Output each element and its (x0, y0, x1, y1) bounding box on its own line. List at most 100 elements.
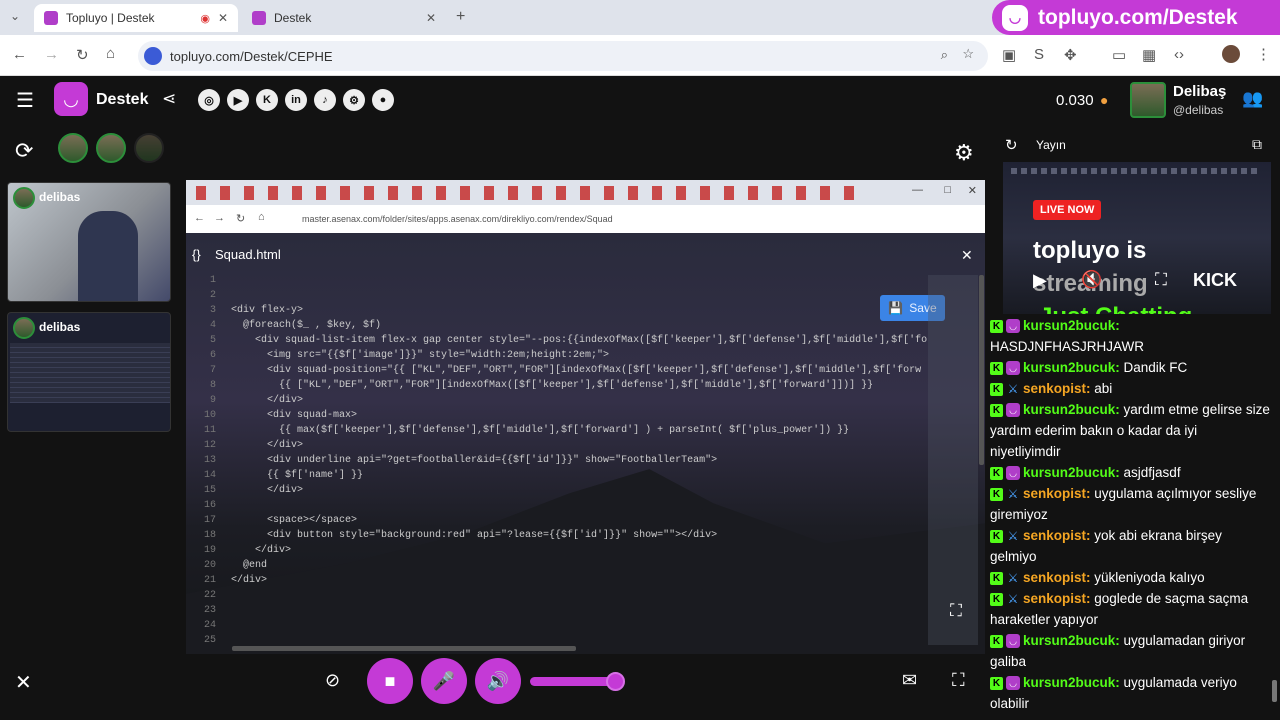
code-line[interactable]: 5 <div squad-list-item flex-x gap center… (186, 335, 927, 350)
kick-icon[interactable]: K (256, 89, 278, 111)
stop-screen-share-icon[interactable]: ⊘ (325, 670, 340, 691)
chat-username[interactable]: kursun2bucuk (1023, 402, 1115, 417)
code-line[interactable]: 17 <space></space> (186, 515, 926, 530)
code-line[interactable]: 2 (186, 290, 926, 305)
apps-grid-icon[interactable]: ▦ (1142, 46, 1156, 64)
code-line[interactable]: 22 (186, 590, 926, 605)
code-line[interactable]: 3 <div flex-y> (186, 305, 926, 320)
participant-video-tile[interactable]: delibas (7, 182, 171, 302)
code-line[interactable]: 13 <div underline api="?get=footballer&i… (186, 455, 926, 470)
cast-icon[interactable]: ▭ (1112, 46, 1126, 64)
leave-call-icon[interactable]: ✕ (15, 670, 32, 695)
volume-slider-handle[interactable] (606, 672, 625, 691)
instagram-icon[interactable]: ◎ (198, 89, 220, 111)
code-line[interactable]: 11 {{ max($f['keeper'],$f['defense'],$f[… (186, 425, 926, 440)
code-line[interactable]: 9 </div> (186, 395, 926, 410)
call-fullscreen-icon[interactable]: ⛶ (952, 670, 965, 691)
tab-search-icon[interactable]: ⌄ (10, 9, 20, 23)
tab-topluyo-destek[interactable]: Topluyo | Destek ◉ ✕ (34, 4, 238, 32)
code-line[interactable]: 21 </div> (186, 575, 926, 590)
settings-gear-icon[interactable]: ⚙ (954, 140, 974, 166)
horizontal-scrollbar[interactable] (232, 646, 576, 651)
site-info-icon[interactable] (144, 47, 162, 65)
code-line[interactable]: 4 @foreach($_ , $key, $f) (186, 320, 926, 335)
code-line[interactable]: 7 <div squad-position="{{ ["KL","DEF","O… (186, 365, 926, 380)
youtube-icon[interactable]: ▶ (227, 89, 249, 111)
hamburger-menu-icon[interactable]: ☰ (16, 88, 34, 113)
microphone-toggle-button[interactable]: 🎤 (421, 658, 467, 704)
code-line[interactable]: 18 <div button style="background:red" ap… (186, 530, 926, 545)
share-icon[interactable]: ⋖ (162, 89, 176, 109)
code-editor[interactable]: {} Squad.html 💾 Save ✕ 1 2 3 <div flex-y> 4 … (186, 233, 985, 654)
back-icon[interactable]: ← (12, 46, 27, 63)
stream-player[interactable]: LIVE NOW topluyo is streaming Just Chatt… (1003, 162, 1271, 314)
code-line[interactable]: 14 {{ $f['name'] }} (186, 470, 926, 485)
play-icon[interactable]: ▶ (1033, 270, 1047, 291)
code-line[interactable]: 1 (186, 275, 926, 290)
bookmark-star-icon[interactable]: ☆ (962, 46, 974, 62)
refresh-icon[interactable]: ⟳ (15, 138, 33, 164)
zoom-icon[interactable]: ⌕ (941, 47, 948, 63)
player-fullscreen-icon[interactable]: ⛶ (1155, 270, 1167, 290)
steam-icon[interactable]: ⚙ (343, 89, 365, 111)
tiktok-icon[interactable]: ♪ (314, 89, 336, 111)
participant-avatar[interactable] (134, 133, 164, 163)
menu-dots-icon[interactable]: ⋮ (1256, 45, 1271, 63)
code-line[interactable]: 19 </div> (186, 545, 926, 560)
editor-close-icon[interactable]: ✕ (961, 247, 973, 264)
extensions-puzzle-icon[interactable]: ✥ (1064, 46, 1077, 64)
participant-avatar[interactable] (58, 133, 88, 163)
code-line[interactable]: 24 (186, 620, 926, 635)
code-line[interactable]: 10 <div squad-max> (186, 410, 926, 425)
members-icon[interactable]: 👥 (1242, 89, 1263, 109)
chat-username[interactable]: kursun2bucuk (1023, 465, 1115, 480)
code-area[interactable]: 1 2 3 <div flex-y> 4 @foreach($_ , $key, $f)… (186, 275, 931, 646)
stream-refresh-icon[interactable]: ↻ (1005, 136, 1018, 154)
extension-s-icon[interactable]: S (1034, 46, 1044, 63)
code-line[interactable]: 15 </div> (186, 485, 926, 500)
camera-toggle-button[interactable]: ■ (367, 658, 413, 704)
new-tab-icon[interactable]: + (456, 8, 465, 26)
message-icon[interactable]: ✉ (902, 670, 917, 691)
chat-username[interactable]: kursun2bucuk (1023, 675, 1115, 690)
mute-icon[interactable]: 🔇 (1081, 270, 1102, 290)
shared-screen[interactable]: — □ ✕ ← → ↻ ⌂ master.asenax.com/folder/s… (186, 180, 985, 654)
minimap[interactable] (928, 275, 978, 645)
chat-username[interactable]: senkopist (1023, 528, 1086, 543)
profile-avatar[interactable] (1222, 45, 1240, 63)
code-line[interactable]: 12 </div> (186, 440, 926, 455)
stream-expand-icon[interactable]: ⧉ (1252, 136, 1262, 153)
chat-username[interactable]: senkopist (1023, 570, 1086, 585)
screen-share-tile[interactable]: delibas (7, 312, 171, 432)
reload-icon[interactable]: ↻ (76, 46, 89, 64)
forward-icon[interactable]: → (44, 46, 59, 63)
code-line[interactable]: 6 <img src="{{$f['image']}}" style="widt… (186, 350, 926, 365)
code-line[interactable]: 16 (186, 500, 926, 515)
github-icon[interactable]: ● (372, 89, 394, 111)
chat-feed[interactable]: K ◡ kursun2bucuk: HASDJNFHASJRHJAWR K ◡ kursu… (990, 315, 1270, 715)
user-avatar[interactable] (1130, 82, 1166, 118)
code-line[interactable]: 23 (186, 605, 926, 620)
destek-logo-icon[interactable]: ◡ (54, 82, 88, 116)
chat-username[interactable]: senkopist (1023, 486, 1086, 501)
chat-username[interactable]: kursun2bucuk (1023, 633, 1115, 648)
code-line[interactable]: 8 {{ ["KL","DEF","ORT","FOR"][indexOfMax… (186, 380, 926, 395)
fullscreen-icon[interactable]: ⛶ (950, 601, 962, 621)
chat-username[interactable]: kursun2bucuk (1023, 318, 1115, 333)
tab-destek[interactable]: Destek ✕ (242, 4, 446, 32)
vertical-scrollbar[interactable] (979, 275, 984, 465)
chat-username[interactable]: kursun2bucuk (1023, 360, 1115, 375)
camera-icon[interactable]: ▣ (1002, 46, 1016, 64)
chat-username[interactable]: senkopist (1023, 591, 1086, 606)
chat-username[interactable]: senkopist (1023, 381, 1086, 396)
chat-scrollbar[interactable] (1272, 680, 1277, 702)
home-icon[interactable]: ⌂ (106, 45, 115, 62)
participant-avatar[interactable] (96, 133, 126, 163)
devtools-icon[interactable]: ‹› (1174, 46, 1184, 63)
linkedin-icon[interactable]: in (285, 89, 307, 111)
speaker-toggle-button[interactable]: 🔊 (475, 658, 521, 704)
code-line[interactable]: 20 @end (186, 560, 926, 575)
volume-slider[interactable] (530, 672, 625, 691)
url-field[interactable]: topluyo.com/Destek/CEPHE ⌕ ☆ (138, 41, 988, 71)
tab-close-icon[interactable]: ✕ (218, 11, 228, 25)
